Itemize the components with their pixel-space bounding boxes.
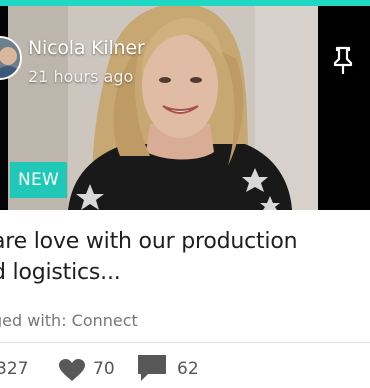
pin-icon[interactable] [331,46,355,74]
comment-icon[interactable] [136,353,168,383]
post-title[interactable]: are love with our production d logistics… [0,226,367,288]
post-tags[interactable]: ged with: Connect [0,310,138,332]
divider [0,342,370,343]
new-badge: NEW [10,162,68,198]
views-count: 327 [0,359,29,379]
comments-count: 62 [177,359,199,379]
likes-count: 70 [93,359,115,379]
post-stats: 327 70 62 [0,350,370,388]
post-title-line-2: d logistics... [0,260,121,285]
heart-icon[interactable] [58,358,86,382]
author-name[interactable]: Nicola Kilner [28,36,145,60]
post-timestamp: 21 hours ago [28,67,134,86]
video-thumbnail[interactable]: Nicola Kilner 21 hours ago NEW [0,6,370,210]
post-title-line-1: are love with our production [0,229,298,254]
